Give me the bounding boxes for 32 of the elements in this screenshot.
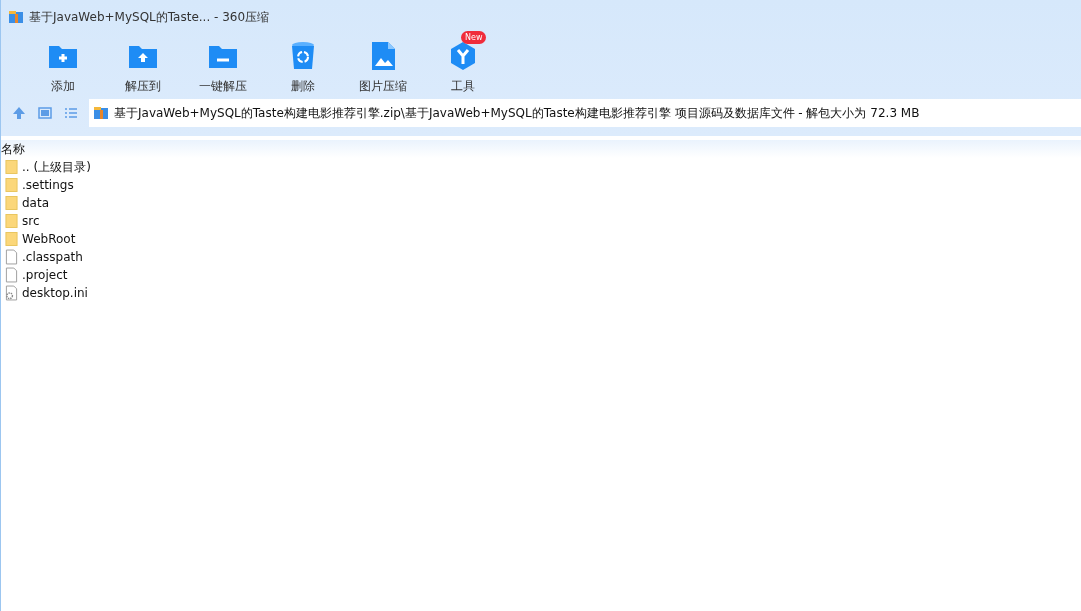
folder-icon: [5, 213, 18, 229]
archive-icon: [93, 105, 109, 121]
path-text: 基于JavaWeb+MySQL的Taste构建电影推荐引擎.zip\基于JavaWeb+MySQL的Taste构建电影推荐引擎 项目源码及数据库文件 - 解包大小为 72.3 MB: [114, 104, 920, 122]
up-arrow-icon[interactable]: [11, 105, 27, 121]
path-field[interactable]: 基于JavaWeb+MySQL的Taste构建电影推荐引擎.zip\基于JavaWeb+MySQL的Taste构建电影推荐引擎 项目源码及数据库文件 - 解包大小为 72.3 MB: [89, 99, 1081, 127]
file-icon: [5, 249, 18, 265]
folder-icon: [5, 177, 18, 193]
file-name[interactable]: .project: [22, 268, 68, 282]
settings-file-icon: [5, 285, 18, 301]
toolbar-button[interactable]: 删除: [263, 34, 343, 98]
toolbar-button[interactable]: 添加: [23, 34, 103, 98]
new-badge: New: [461, 31, 487, 44]
list-view-icon[interactable]: [63, 105, 79, 121]
file-name[interactable]: .. (上级目录): [22, 158, 91, 176]
window-title: 基于JavaWeb+MySQL的Taste... - 360压缩: [29, 8, 270, 26]
thumbnail-view-icon[interactable]: [37, 105, 53, 121]
file-icon: [5, 267, 18, 283]
folder-icon: [5, 231, 18, 247]
toolbar-button[interactable]: 图片压缩: [343, 34, 423, 98]
file-name[interactable]: .settings: [22, 178, 74, 192]
file-name[interactable]: desktop.ini: [22, 286, 88, 300]
toolbar-button[interactable]: 一键解压: [183, 34, 263, 98]
toolbar-button[interactable]: 解压到: [103, 34, 183, 98]
file-name[interactable]: WebRoot: [22, 232, 76, 246]
file-name[interactable]: data: [22, 196, 50, 210]
file-name[interactable]: .classpath: [22, 250, 83, 264]
file-name[interactable]: src: [22, 214, 40, 228]
toolbar-button[interactable]: New 工具: [423, 34, 503, 98]
folder-icon: [5, 195, 18, 211]
column-header[interactable]: 名称: [1, 140, 25, 158]
archive-icon: [8, 9, 24, 25]
folder-icon: [5, 159, 18, 175]
